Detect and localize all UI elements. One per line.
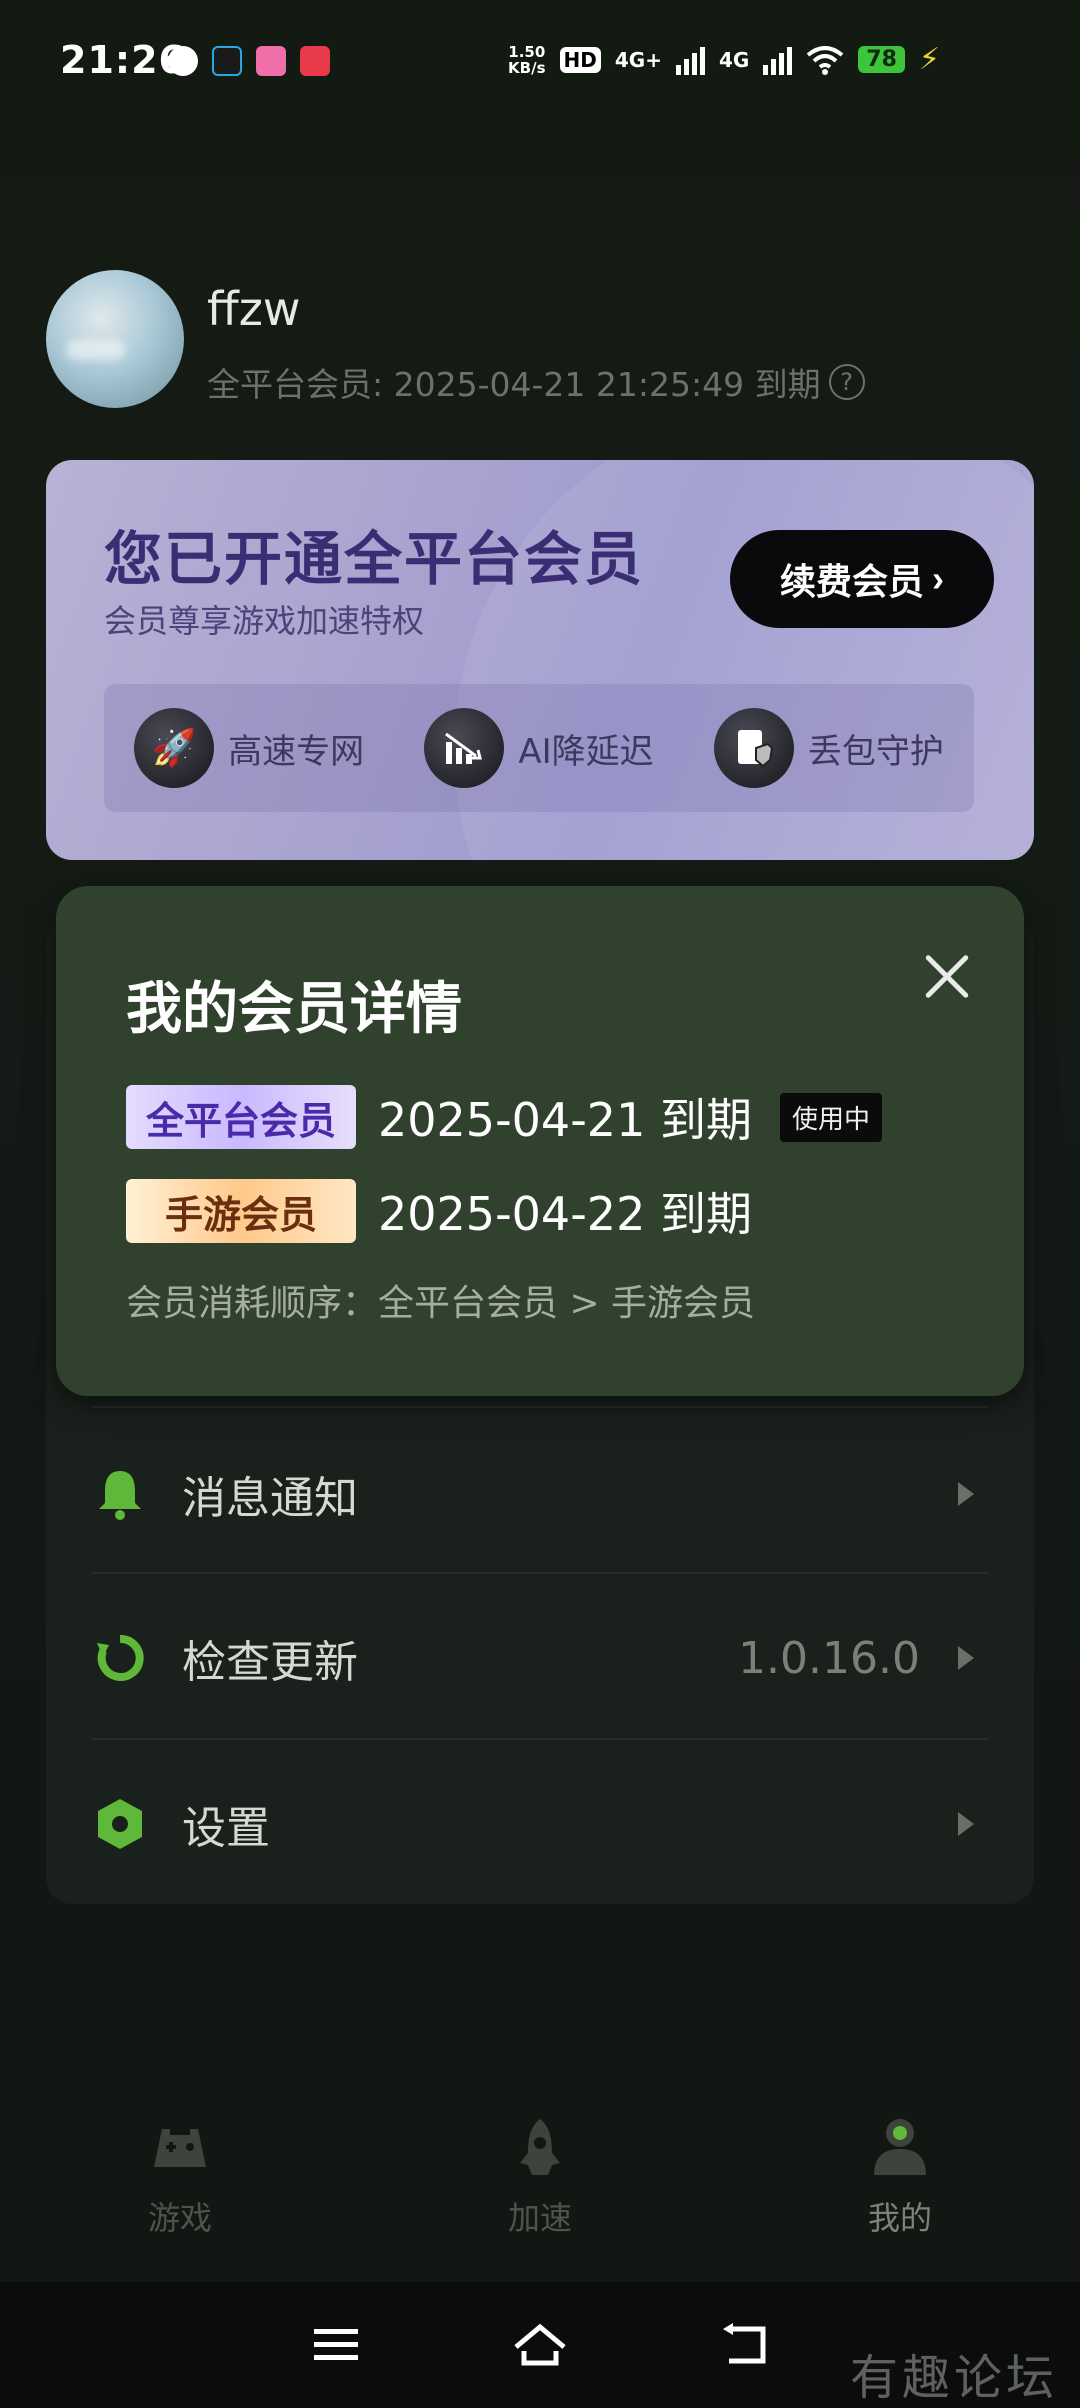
watermark: 有趣论坛 [849,2350,1058,2406]
app-pink-icon [256,46,286,76]
member-card: 您已开通全平台会员 会员尊享游戏加速特权 续费会员 › 🚀 高速专网 AI降延迟… [46,460,1034,860]
tier-row-mobile: 手游会员 2025-04-22 到期 [126,1178,752,1244]
feature-label: 高速专网 [228,731,365,772]
status-right: 1.50 KB/s HD 4G+ 4G 78 ⚡ [508,42,940,77]
tier-row-all-platform: 全平台会员 2025-04-21 到期 使用中 [126,1084,882,1150]
popup-title: 我的会员详情 [126,977,462,1042]
chevron-right-icon [958,1482,974,1506]
user-icon [874,2119,926,2175]
expire-text: 全平台会员: 2025-04-21 21:25:49 到期 [207,365,821,404]
feature-item: 🚀 高速专网 [134,708,364,788]
signal-icon-2 [763,45,793,75]
avatar[interactable] [46,270,184,408]
sim1-label: 4G+ [614,47,662,72]
menu-item-label: 消息通知 [182,1473,358,1524]
rocket-icon: 🚀 [134,708,215,788]
menu-item-label: 设置 [182,1803,270,1854]
member-card-title: 您已开通全平台会员 [104,525,645,593]
tier-expire-date: 2025-04-21 到期 [378,1093,752,1147]
hexagon-settings-icon [92,1796,148,1852]
net-speed: 1.50 KB/s [508,42,546,77]
back-icon[interactable] [712,2313,776,2377]
close-icon[interactable] [912,942,982,1012]
menu-item-notifications[interactable]: 消息通知 [92,1414,988,1574]
feature-strip: 🚀 高速专网 AI降延迟 丢包守护 [104,684,974,812]
tier-expire-date: 2025-04-22 到期 [378,1187,752,1241]
feature-label: AI降延迟 [518,731,654,772]
chevron-right-icon: › [932,558,944,599]
bottom-nav: 游戏 加速 我的 [0,2072,1080,2282]
feature-item: AI降延迟 [424,708,654,788]
version-value: 1.0.16.0 [738,1632,920,1684]
app-red-icon [300,46,330,76]
shield-document-icon [713,708,794,788]
renew-button[interactable]: 续费会员 › [730,530,994,628]
charging-bolt-icon: ⚡ [918,42,940,77]
feature-item: 丢包守护 [713,708,944,788]
membership-expire: 全平台会员: 2025-04-21 21:25:49 到期 ? [207,358,865,406]
divider [92,1738,988,1740]
help-icon[interactable]: ? [828,364,865,400]
divider [92,1406,988,1408]
bell-icon [92,1466,148,1522]
rocket-nav-icon [520,2119,560,2175]
battery-indicator: 78 [858,46,905,73]
menu-item-settings[interactable]: 设置 [92,1744,988,1904]
consumption-order: 会员消耗顺序：全平台会员 > 手游会员 [126,1283,756,1324]
wifi-icon [807,45,844,75]
tab-games[interactable]: 游戏 [50,2115,310,2239]
menu-item-check-update[interactable]: 检查更新 1.0.16.0 [92,1578,988,1738]
status-bar: 21:26 1.50 KB/s HD 4G+ 4G 78 ⚡ [0,0,1080,120]
chevron-right-icon [958,1646,974,1670]
notification-icons [168,46,330,76]
chevron-right-icon [958,1812,974,1836]
tab-mine[interactable]: 我的 [770,2115,1030,2239]
renew-button-label: 续费会员 [779,561,924,602]
home-icon[interactable] [508,2313,572,2377]
menu-icon[interactable] [304,2313,368,2377]
chat-bubble-icon [168,46,198,76]
refresh-icon [92,1630,148,1686]
feature-label: 丢包守护 [807,731,944,772]
all-platform-badge: 全平台会员 [126,1085,356,1149]
latency-chart-icon [424,708,505,788]
signal-icon [675,45,705,75]
membership-details-popup: 我的会员详情 全平台会员 2025-04-21 到期 使用中 手游会员 2025… [56,886,1024,1396]
mobile-badge: 手游会员 [126,1179,356,1243]
gamepad-icon [154,2129,206,2167]
paper-plane-icon [212,46,242,76]
username: ffzw [207,282,301,336]
in-use-badge: 使用中 [779,1092,882,1142]
sim2-label: 4G [718,47,750,72]
divider [92,1572,988,1574]
member-card-subtitle: 会员尊享游戏加速特权 [104,602,425,640]
tab-label: 游戏 [147,2199,212,2237]
menu-item-label: 检查更新 [182,1637,358,1688]
tab-label: 我的 [867,2199,932,2237]
hd-badge: HD [559,46,601,73]
tab-accelerate[interactable]: 加速 [410,2115,670,2239]
tab-label: 加速 [507,2199,572,2237]
